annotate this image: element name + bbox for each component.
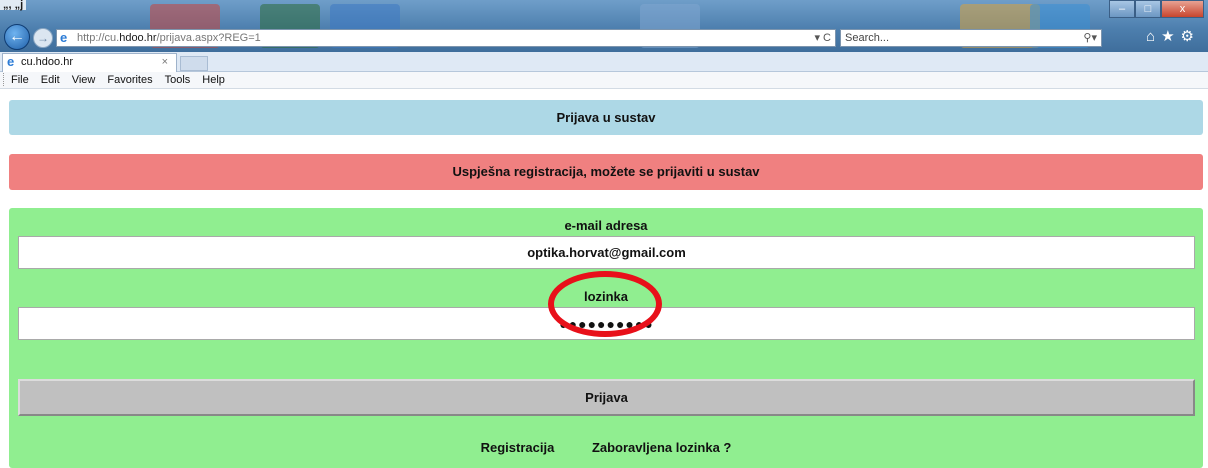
register-link[interactable]: Registracija bbox=[481, 440, 555, 455]
address-bar[interactable]: e http://cu.hdoo.hr/prijava.aspx?REG=1 ▾… bbox=[56, 29, 836, 47]
tab-active[interactable]: e cu.hdoo.hr × bbox=[2, 53, 177, 72]
email-field[interactable] bbox=[18, 236, 1195, 269]
forgot-password-link[interactable]: Zaboravljena lozinka ? bbox=[592, 440, 731, 455]
menu-view[interactable]: View bbox=[72, 72, 96, 88]
email-label: e-mail adresa bbox=[564, 218, 648, 233]
url-scheme: http://cu. bbox=[77, 32, 120, 44]
search-icon[interactable]: ⚲▾ bbox=[1083, 30, 1097, 46]
close-tab-icon[interactable]: × bbox=[162, 54, 168, 71]
window-title: „, „j bbox=[0, 0, 27, 11]
menu-favorites[interactable]: Favorites bbox=[107, 72, 152, 88]
login-button[interactable]: Prijava bbox=[18, 379, 1195, 416]
success-message: Uspješna registracija, možete se prijavi… bbox=[9, 154, 1203, 190]
password-field[interactable] bbox=[18, 307, 1195, 340]
menu-bar: File Edit View Favorites Tools Help bbox=[0, 72, 1208, 89]
password-label: lozinka bbox=[583, 289, 629, 304]
back-button[interactable]: ← bbox=[4, 24, 30, 50]
close-window-button[interactable]: x bbox=[1161, 0, 1204, 18]
maximize-button[interactable]: □ bbox=[1135, 0, 1161, 18]
window-controls: – □ x bbox=[1109, 0, 1204, 18]
menu-tools[interactable]: Tools bbox=[165, 72, 191, 88]
new-tab-button[interactable] bbox=[180, 56, 208, 71]
toolbar-icons[interactable]: ⌂★⚙ bbox=[1146, 27, 1200, 45]
menu-help[interactable]: Help bbox=[202, 72, 225, 88]
arrow-left-icon: ← bbox=[9, 28, 25, 45]
arrow-right-icon: → bbox=[37, 31, 49, 45]
ie-logo-icon: e bbox=[60, 30, 68, 45]
tab-strip: e cu.hdoo.hr × bbox=[0, 52, 1208, 72]
page-title: Prijava u sustav bbox=[9, 100, 1203, 135]
menu-file[interactable]: File bbox=[11, 72, 29, 88]
browser-chrome: „, „j – □ x ← → e http://cu.hdoo.hr/prij… bbox=[0, 0, 1208, 89]
page-content: Prijava u sustav Uspješna registracija, … bbox=[0, 89, 1208, 468]
login-form: e-mail adresa lozinka Prijava Registraci… bbox=[9, 208, 1203, 468]
search-input[interactable]: Search... ⚲▾ bbox=[840, 29, 1102, 47]
tab-label: cu.hdoo.hr bbox=[21, 56, 73, 68]
title-bar: „, „j – □ x ← → e http://cu.hdoo.hr/prij… bbox=[0, 0, 1208, 52]
url-host: hdoo.hr bbox=[119, 32, 157, 44]
url-path: /prijava.aspx?REG=1 bbox=[156, 32, 261, 44]
minimize-button[interactable]: – bbox=[1109, 0, 1135, 18]
refresh-icon[interactable]: ▾ C bbox=[814, 30, 831, 46]
form-links: Registracija Zaboravljena lozinka ? bbox=[9, 440, 1203, 455]
ie-favicon-icon: e bbox=[7, 54, 15, 69]
menu-grip bbox=[3, 73, 5, 86]
menu-edit[interactable]: Edit bbox=[41, 72, 60, 88]
forward-button[interactable]: → bbox=[33, 28, 53, 48]
search-placeholder: Search... bbox=[845, 32, 890, 44]
